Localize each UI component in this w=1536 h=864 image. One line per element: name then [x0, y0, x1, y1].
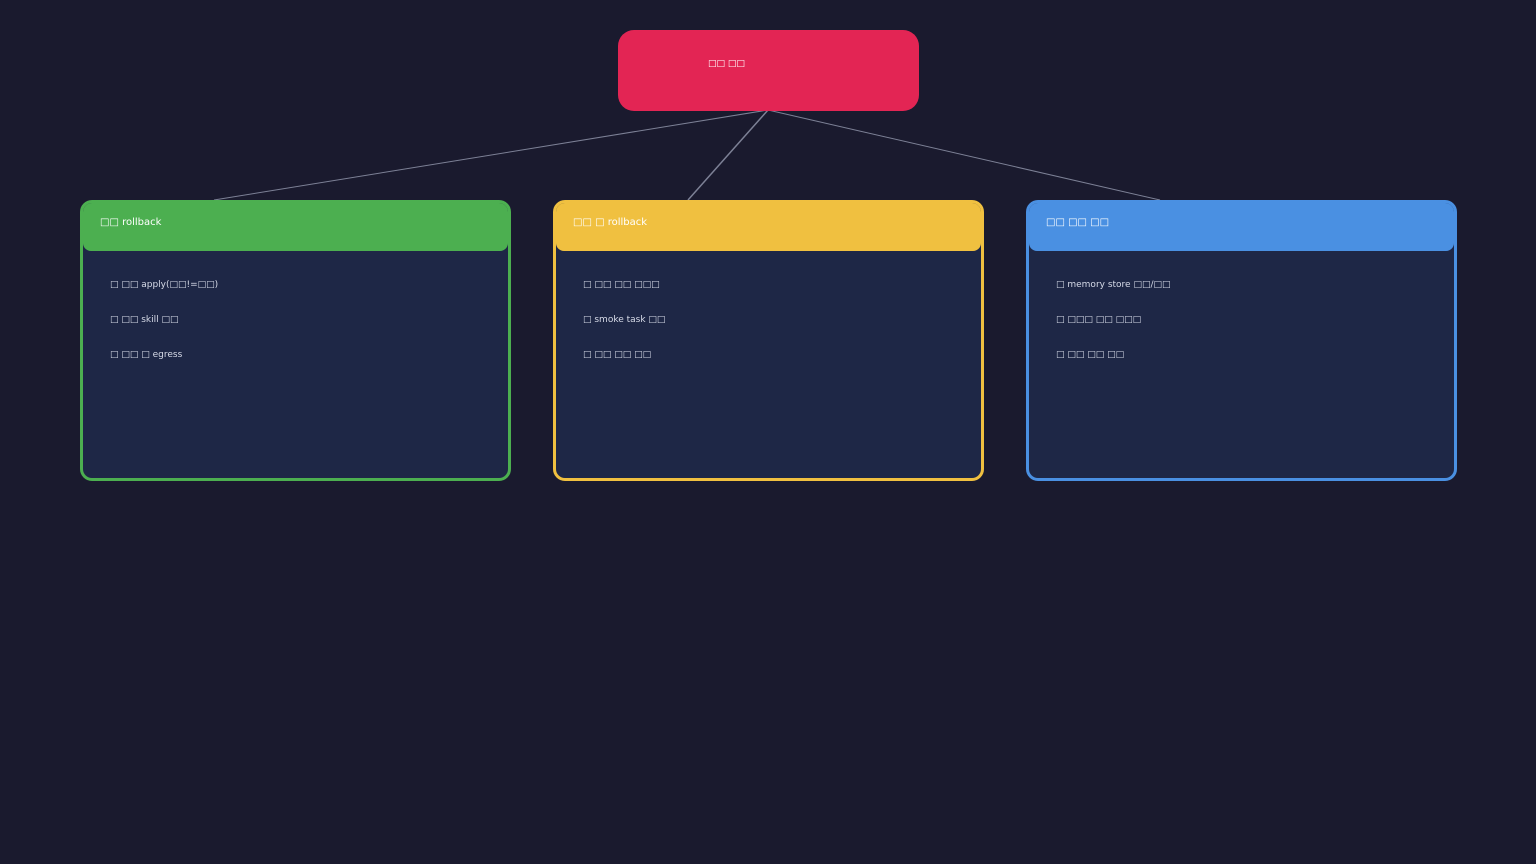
card-rollback: □□ rollback □ □□ apply(□□!=□□) □ □□ skil… [80, 200, 511, 481]
connector-line-left [213, 109, 769, 201]
card-item: □ □□ apply(□□!=□□) [110, 280, 219, 290]
card-item-list: □ memory store □□/□□ □ □□□ □□ □□□ □ □□ □… [1056, 279, 1171, 384]
card-memory: □□ □□ □□ □ memory store □□/□□ □ □□□ □□ □… [1026, 200, 1457, 481]
card-item: □ □□ skill □□ [110, 315, 179, 325]
card-item: □ □□ □□ □□□ [583, 280, 660, 290]
connector-line-center [687, 109, 769, 201]
card-title: □□ □ rollback [573, 217, 648, 228]
card-header: □□ rollback [83, 203, 508, 251]
diagram-canvas: □□ □□ □□ rollback □ □□ apply(□□!=□□) □ □… [0, 0, 1536, 864]
connector-line-right [767, 109, 1161, 201]
card-item: □ □□ □ egress [110, 350, 183, 360]
card-item: □ □□□ □□ □□□ [1056, 315, 1142, 325]
card-staged-rollback: □□ □ rollback □ □□ □□ □□□ □ smoke task □… [553, 200, 984, 481]
card-item: □ smoke task □□ [583, 315, 666, 325]
card-header: □□ □ rollback [556, 203, 981, 251]
card-item-list: □ □□ □□ □□□ □ smoke task □□ □ □□ □□ □□ [583, 279, 665, 384]
root-node: □□ □□ [618, 30, 919, 111]
card-item-list: □ □□ apply(□□!=□□) □ □□ skill □□ □ □□ □ … [110, 279, 218, 384]
card-item: □ □□ □□ □□ [1056, 350, 1125, 360]
card-title: □□ rollback [100, 217, 162, 228]
root-node-label: □□ □□ [708, 59, 745, 69]
card-header: □□ □□ □□ [1029, 203, 1454, 251]
card-item: □ memory store □□/□□ [1056, 280, 1171, 290]
card-title: □□ □□ □□ [1046, 217, 1110, 228]
card-item: □ □□ □□ □□ [583, 350, 652, 360]
